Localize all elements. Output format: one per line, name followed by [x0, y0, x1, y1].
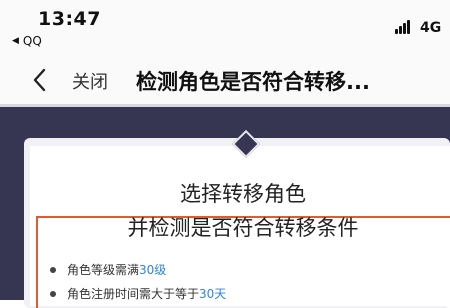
- card-title: 选择转移角色: [180, 182, 306, 206]
- condition-item: 角色注册时间需大于等于30天: [46, 284, 226, 308]
- condition-item: 角色等级需满30级: [46, 260, 226, 284]
- back-triangle-icon: ◀: [12, 36, 19, 46]
- condition-text: 角色等级需满: [67, 263, 140, 277]
- back-to-app-button[interactable]: ◀ QQ: [12, 34, 42, 48]
- back-chevron-icon[interactable]: [30, 66, 50, 94]
- condition-text: 角色注册时间需大于等于: [67, 287, 200, 301]
- status-bar: 13:47 ◀ QQ 4G: [0, 0, 450, 58]
- network-type: 4G: [420, 20, 442, 36]
- conditions-list: 角色等级需满30级 角色注册时间需大于等于30天: [46, 260, 226, 308]
- nav-bar: 关闭 检测角色是否符合转移...: [0, 58, 450, 104]
- condition-value: 30级: [139, 263, 167, 277]
- back-app-label: QQ: [22, 34, 42, 48]
- signal-icon: [395, 20, 413, 34]
- close-button[interactable]: 关闭: [72, 68, 108, 94]
- status-time: 13:47: [38, 8, 101, 30]
- page-title: 检测角色是否符合转移...: [136, 70, 370, 94]
- condition-value: 30天: [199, 287, 227, 301]
- card-subtitle: 并检测是否符合转移条件: [127, 216, 359, 240]
